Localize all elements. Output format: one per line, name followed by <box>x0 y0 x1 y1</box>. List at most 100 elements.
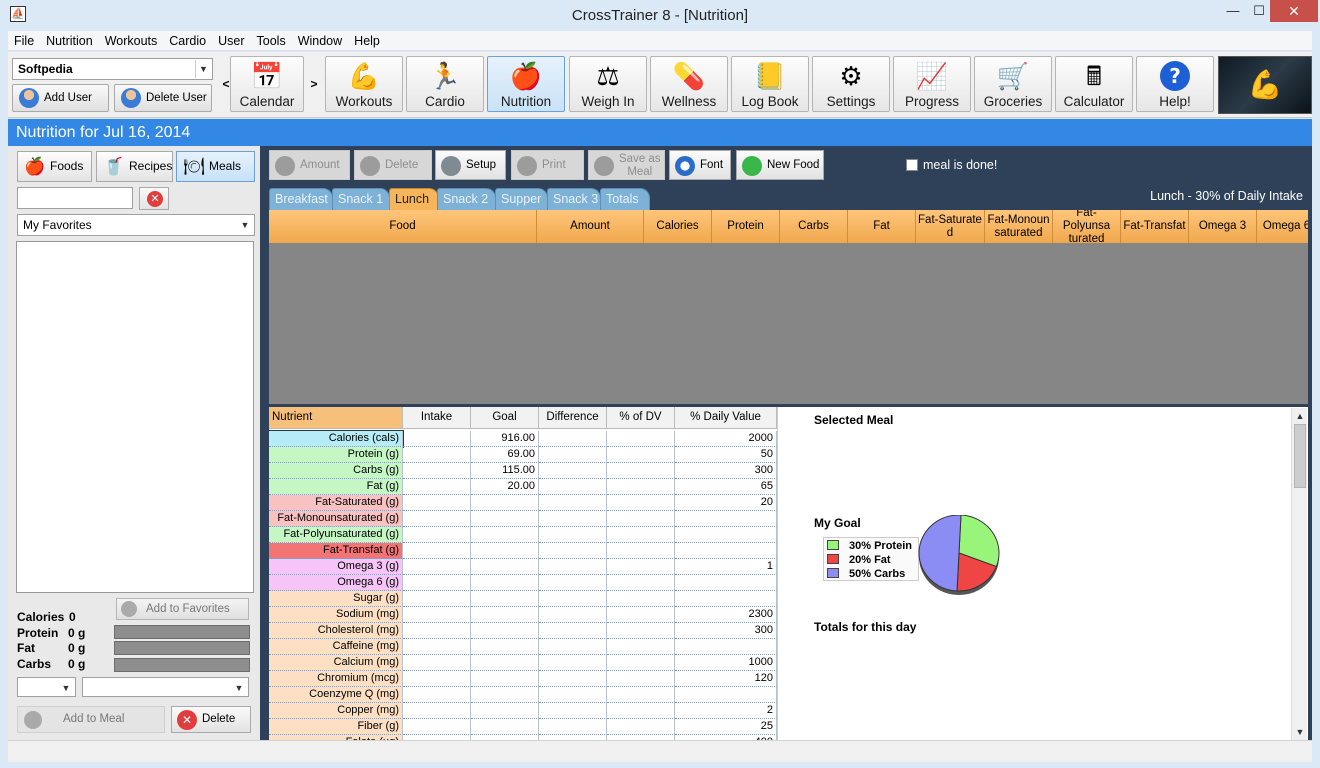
nutrient-dv-cell[interactable]: 300 <box>675 463 777 479</box>
nutrient-goal-cell[interactable]: 20.00 <box>471 479 539 495</box>
nutrient-goal-cell[interactable] <box>471 543 539 559</box>
nutrient-difference-cell[interactable] <box>539 607 607 623</box>
nutrient-column-nutrient[interactable]: Nutrient <box>269 407 403 429</box>
toolbar-cardio-button[interactable]: 🏃 Cardio <box>406 56 484 112</box>
column-header-fat[interactable]: Fat <box>848 210 916 243</box>
toolbar-weigh-in-button[interactable]: ⚖ Weigh In <box>569 56 647 112</box>
menu-user[interactable]: User <box>212 31 250 51</box>
nutrient-row[interactable]: Carbs (g) 115.00 300 <box>269 463 777 479</box>
nutrient-pct_dv-cell[interactable] <box>607 607 675 623</box>
toolbar-log-book-button[interactable]: 📒 Log Book <box>731 56 809 112</box>
menu-help[interactable]: Help <box>348 31 386 51</box>
nutrient-name-cell[interactable]: Fiber (g) <box>269 719 403 735</box>
nutrient-dv-cell[interactable]: 2 <box>675 703 777 719</box>
toolbar-settings-button[interactable]: ⚙ Settings <box>812 56 890 112</box>
nutrient-row[interactable]: Omega 6 (g) <box>269 575 777 591</box>
nutrient-name-cell[interactable]: Protein (g) <box>269 447 403 463</box>
nutrient-pct_dv-cell[interactable] <box>607 511 675 527</box>
add-user-button[interactable]: Add User <box>12 84 109 112</box>
next-date-button[interactable]: > <box>307 56 321 112</box>
nutrient-row[interactable]: Fiber (g) 25 <box>269 719 777 735</box>
nutrient-intake-cell[interactable] <box>403 543 471 559</box>
nutrient-pct_dv-cell[interactable] <box>607 431 675 447</box>
nutrient-dv-cell[interactable] <box>675 591 777 607</box>
nutrient-dv-cell[interactable]: 20 <box>675 495 777 511</box>
nutrient-pct_dv-cell[interactable] <box>607 687 675 703</box>
nutrient-dv-cell[interactable]: 25 <box>675 719 777 735</box>
nutrient-difference-cell[interactable] <box>539 543 607 559</box>
nutrient-pct_dv-cell[interactable] <box>607 719 675 735</box>
delete-user-button[interactable]: Delete User <box>114 84 212 112</box>
nutrient-goal-cell[interactable] <box>471 719 539 735</box>
nutrient-goal-cell[interactable] <box>471 591 539 607</box>
nutrient-name-cell[interactable]: Fat-Monounsaturated (g) <box>269 511 403 527</box>
menu-nutrition[interactable]: Nutrition <box>40 31 99 51</box>
nutrient-name-cell[interactable]: Caffeine (mg) <box>269 639 403 655</box>
nutrient-pct_dv-cell[interactable] <box>607 591 675 607</box>
column-header-fat-transfat[interactable]: Fat-Transfat <box>1121 210 1189 243</box>
nutrient-difference-cell[interactable] <box>539 527 607 543</box>
user-select[interactable]: Softpedia ▼ <box>12 58 213 80</box>
nutrient-intake-cell[interactable] <box>403 687 471 703</box>
nutrient-intake-cell[interactable] <box>403 527 471 543</box>
setup-button[interactable]: Setup <box>435 150 506 180</box>
foods-tab[interactable]: 🍎 Foods <box>17 151 92 182</box>
nutrient-name-cell[interactable]: Fat-Saturated (g) <box>269 495 403 511</box>
nutrient-difference-cell[interactable] <box>539 591 607 607</box>
nutrient-difference-cell[interactable] <box>539 703 607 719</box>
nutrient-dv-cell[interactable]: 300 <box>675 623 777 639</box>
nutrient-intake-cell[interactable] <box>403 575 471 591</box>
nutrient-row[interactable]: Fat-Monounsaturated (g) <box>269 511 777 527</box>
new-food-button[interactable]: New Food <box>736 150 824 180</box>
column-header-amount[interactable]: Amount <box>537 210 644 243</box>
nutrient-intake-cell[interactable] <box>403 495 471 511</box>
nutrient-row[interactable]: Calcium (mg) 1000 <box>269 655 777 671</box>
toolbar-progress-button[interactable]: 📈 Progress <box>893 56 971 112</box>
nutrient-intake-cell[interactable] <box>403 639 471 655</box>
nutrient-column--daily-value[interactable]: % Daily Value <box>675 407 777 429</box>
nutrient-row[interactable]: Chromium (mcg) 120 <box>269 671 777 687</box>
nutrient-dv-cell[interactable]: 50 <box>675 447 777 463</box>
nutrient-goal-cell[interactable] <box>471 607 539 623</box>
nutrient-name-cell[interactable]: Omega 3 (g) <box>269 559 403 575</box>
nutrient-row[interactable]: Caffeine (mg) <box>269 639 777 655</box>
close-icon[interactable]: ✕ <box>1270 0 1318 22</box>
nutrient-goal-cell[interactable] <box>471 623 539 639</box>
checkbox-icon[interactable] <box>906 159 918 171</box>
nutrient-intake-cell[interactable] <box>403 671 471 687</box>
nutrient-row[interactable]: Fat (g) 20.00 65 <box>269 479 777 495</box>
nutrient-name-cell[interactable]: Copper (mg) <box>269 703 403 719</box>
chevron-down-icon[interactable]: ▼ <box>237 216 253 234</box>
nutrient-goal-cell[interactable] <box>471 511 539 527</box>
nutrient-goal-cell[interactable] <box>471 527 539 543</box>
summary-scrollbar[interactable]: ▲ ▼ <box>1291 408 1307 740</box>
nutrient-goal-cell[interactable] <box>471 559 539 575</box>
tab-breakfast[interactable]: Breakfast <box>269 188 333 210</box>
nutrient-intake-cell[interactable] <box>403 591 471 607</box>
nutrient-pct_dv-cell[interactable] <box>607 623 675 639</box>
nutrient-column-difference[interactable]: Difference <box>539 407 607 429</box>
nutrient-column-intake[interactable]: Intake <box>403 407 471 429</box>
scroll-down-icon[interactable]: ▼ <box>1293 725 1307 739</box>
nutrient-goal-cell[interactable] <box>471 671 539 687</box>
save-as-meal-button[interactable]: Save as Meal <box>588 150 665 180</box>
nutrient-intake-cell[interactable] <box>403 719 471 735</box>
nutrient-difference-cell[interactable] <box>539 655 607 671</box>
scroll-thumb[interactable] <box>1294 424 1306 488</box>
menu-workouts[interactable]: Workouts <box>99 31 164 51</box>
nutrient-goal-cell[interactable] <box>471 687 539 703</box>
print-button[interactable]: Print <box>511 150 584 180</box>
toolbar-wellness-button[interactable]: 💊 Wellness <box>650 56 728 112</box>
chevron-down-icon[interactable]: ▼ <box>195 60 211 78</box>
nutrient-pct_dv-cell[interactable] <box>607 639 675 655</box>
column-header-protein[interactable]: Protein <box>712 210 780 243</box>
nutrient-pct_dv-cell[interactable] <box>607 703 675 719</box>
nutrient-row[interactable]: Fat-Transfat (g) <box>269 543 777 559</box>
column-header-omega-3[interactable]: Omega 3 <box>1189 210 1257 243</box>
nutrient-dv-cell[interactable] <box>675 527 777 543</box>
tab-snack-1[interactable]: Snack 1 <box>332 188 390 210</box>
nutrient-difference-cell[interactable] <box>539 623 607 639</box>
column-header-omega-6[interactable]: Omega 6 <box>1257 210 1308 243</box>
add-to-favorites-button[interactable]: Add to Favorites <box>116 598 249 620</box>
nutrient-difference-cell[interactable] <box>539 687 607 703</box>
